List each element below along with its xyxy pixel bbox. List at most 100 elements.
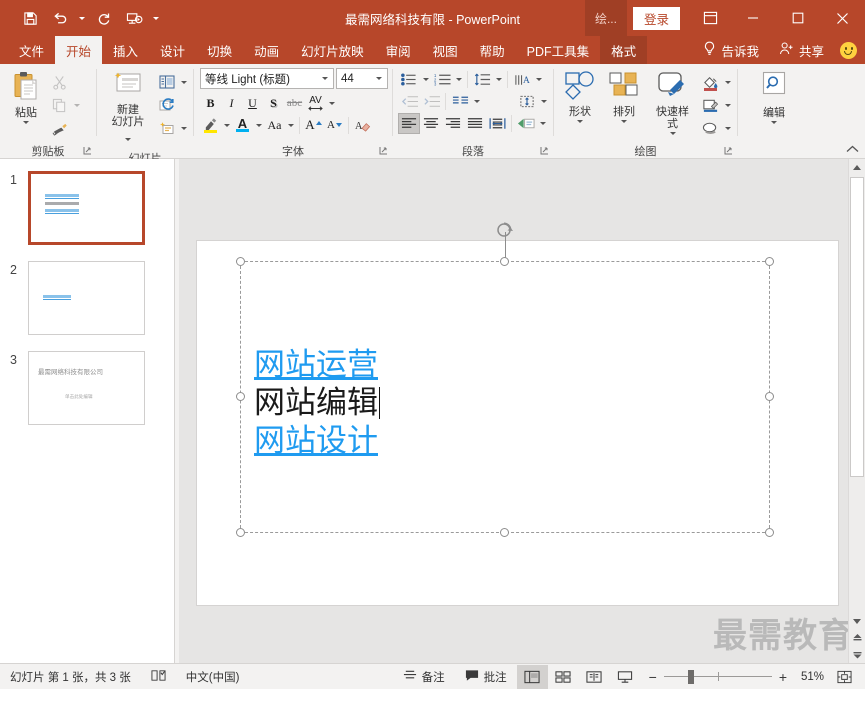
text-direction-dropdown-icon[interactable] bbox=[533, 68, 544, 90]
share-button[interactable]: 共享 bbox=[769, 36, 834, 64]
slide-thumb-box-1[interactable] bbox=[28, 171, 145, 245]
scroll-down-button[interactable] bbox=[849, 612, 865, 629]
slide-line-3[interactable]: 网站设计 bbox=[254, 422, 378, 460]
scrollbar-thumb[interactable] bbox=[850, 177, 864, 477]
bullets-button[interactable] bbox=[398, 69, 420, 90]
numbering-dropdown-icon[interactable] bbox=[453, 68, 464, 90]
copy-dropdown-icon[interactable] bbox=[71, 94, 82, 116]
text-website-editing[interactable]: 网站编辑 bbox=[254, 384, 380, 422]
align-left-button[interactable] bbox=[398, 112, 420, 134]
next-slide-button[interactable] bbox=[849, 646, 865, 663]
spellcheck-button[interactable] bbox=[141, 664, 176, 690]
font-name-combo[interactable]: 等线 Light (标题) bbox=[200, 68, 334, 89]
shape-outline-icon[interactable] bbox=[699, 94, 722, 116]
numbering-button[interactable]: 1 2 3 bbox=[431, 69, 453, 90]
columns-button[interactable] bbox=[449, 91, 471, 112]
vertical-scrollbar[interactable] bbox=[848, 159, 865, 663]
layout-icon[interactable] bbox=[155, 71, 178, 93]
align-text-button[interactable] bbox=[516, 91, 538, 112]
quick-styles-dropdown-icon[interactable] bbox=[669, 132, 676, 135]
text-direction-button[interactable]: A bbox=[511, 69, 533, 90]
cut-icon[interactable] bbox=[48, 71, 71, 93]
resize-handle-top-left[interactable] bbox=[236, 257, 245, 266]
editing-button[interactable]: 编辑 bbox=[751, 68, 797, 124]
normal-view-button[interactable] bbox=[516, 664, 548, 689]
tab-help[interactable]: 帮助 bbox=[469, 36, 516, 64]
slide-canvas[interactable]: 网站运营 网站编辑 网站设计 bbox=[197, 222, 838, 605]
shape-fill-icon[interactable] bbox=[699, 71, 722, 93]
bullets-dropdown-icon[interactable] bbox=[420, 68, 431, 90]
resize-handle-middle-left[interactable] bbox=[236, 392, 245, 401]
tab-format[interactable]: 格式 bbox=[600, 36, 648, 64]
decrease-indent-button[interactable] bbox=[398, 91, 420, 112]
scroll-up-button[interactable] bbox=[849, 159, 865, 176]
align-text-dropdown-icon[interactable] bbox=[538, 90, 549, 112]
hyperlink-website-design[interactable]: 网站设计 bbox=[254, 423, 378, 458]
slideshow-view-button[interactable] bbox=[610, 665, 641, 689]
change-case-dropdown-icon[interactable] bbox=[285, 114, 296, 136]
quick-styles-button[interactable]: 快速样式 bbox=[646, 68, 699, 135]
bold-button[interactable]: B bbox=[200, 93, 221, 114]
text-shadow-button[interactable]: S bbox=[263, 93, 284, 114]
tab-transitions[interactable]: 切换 bbox=[196, 36, 243, 64]
draw-tab-overflow[interactable]: 绘... bbox=[584, 0, 627, 36]
tab-view[interactable]: 视图 bbox=[422, 36, 469, 64]
fit-to-window-button[interactable] bbox=[831, 667, 857, 687]
slide-line-1[interactable]: 网站运营 bbox=[254, 346, 378, 384]
section-dropdown-icon[interactable] bbox=[178, 117, 189, 139]
undo-dropdown-icon[interactable] bbox=[76, 5, 88, 31]
new-slide-button[interactable]: 新建 幻灯片 bbox=[101, 68, 155, 150]
shape-effects-icon[interactable] bbox=[699, 117, 722, 139]
drawing-dialog-launcher[interactable] bbox=[723, 146, 734, 157]
resize-handle-bottom-left[interactable] bbox=[236, 528, 245, 537]
font-dialog-launcher[interactable] bbox=[378, 146, 389, 157]
copy-icon[interactable] bbox=[48, 94, 71, 116]
rotate-handle-icon[interactable] bbox=[494, 220, 516, 242]
tab-design[interactable]: 设计 bbox=[149, 36, 196, 64]
start-slideshow-icon[interactable] bbox=[120, 5, 148, 31]
editing-dropdown-icon[interactable] bbox=[771, 121, 777, 124]
arrange-dropdown-icon[interactable] bbox=[621, 120, 627, 123]
slide-line-2[interactable]: 网站编辑 bbox=[254, 384, 380, 422]
reset-icon[interactable] bbox=[155, 94, 178, 116]
slide-thumb-box-2[interactable] bbox=[28, 261, 145, 335]
paragraph-dialog-launcher[interactable] bbox=[539, 146, 550, 157]
tell-me-button[interactable]: 告诉我 bbox=[693, 36, 769, 64]
tab-home[interactable]: 开始 bbox=[55, 36, 103, 64]
underline-button[interactable]: U bbox=[242, 93, 263, 114]
font-size-dropdown-icon[interactable] bbox=[372, 77, 385, 80]
align-center-button[interactable] bbox=[420, 113, 442, 134]
font-color-button[interactable]: A bbox=[232, 115, 253, 136]
smartart-dropdown-icon[interactable] bbox=[537, 112, 548, 134]
resize-handle-top-center[interactable] bbox=[500, 257, 509, 266]
slide-thumbnail-3[interactable]: 3 最需网络科技有限公司 单击此处编辑 bbox=[0, 351, 174, 425]
signin-button[interactable]: 登录 bbox=[632, 6, 680, 30]
paste-button[interactable]: 粘贴 bbox=[4, 68, 48, 124]
clear-formatting-button[interactable]: A bbox=[352, 115, 373, 136]
line-spacing-dropdown-icon[interactable] bbox=[493, 68, 504, 90]
text-highlight-button[interactable] bbox=[200, 115, 221, 136]
resize-handle-top-right[interactable] bbox=[765, 257, 774, 266]
hyperlink-website-operations[interactable]: 网站运营 bbox=[254, 347, 378, 382]
zoom-in-button[interactable]: + bbox=[779, 669, 787, 685]
font-color-dropdown-icon[interactable] bbox=[253, 114, 264, 136]
slide-count-indicator[interactable]: 幻灯片 第 1 张，共 3 张 bbox=[0, 664, 141, 690]
decrease-font-size-button[interactable]: A bbox=[324, 115, 345, 136]
resize-handle-middle-right[interactable] bbox=[765, 392, 774, 401]
tab-slideshow[interactable]: 幻灯片放映 bbox=[290, 36, 375, 64]
line-spacing-button[interactable] bbox=[471, 69, 493, 90]
slide-thumb-box-3[interactable]: 最需网络科技有限公司 单击此处编辑 bbox=[28, 351, 145, 425]
font-size-combo[interactable]: 44 bbox=[336, 68, 388, 89]
comments-button[interactable]: 批注 bbox=[455, 664, 517, 690]
increase-indent-button[interactable] bbox=[420, 91, 442, 112]
font-name-dropdown-icon[interactable] bbox=[318, 77, 331, 80]
clipboard-dialog-launcher[interactable] bbox=[82, 146, 93, 157]
previous-slide-button[interactable] bbox=[849, 629, 865, 646]
shape-effects-dropdown-icon[interactable] bbox=[722, 117, 733, 139]
new-slide-dropdown-icon[interactable] bbox=[123, 128, 134, 150]
language-indicator[interactable]: 中文(中国) bbox=[176, 664, 250, 690]
shape-outline-dropdown-icon[interactable] bbox=[722, 94, 733, 116]
maximize-button[interactable] bbox=[775, 0, 820, 36]
shapes-dropdown-icon[interactable] bbox=[577, 120, 583, 123]
zoom-out-button[interactable]: − bbox=[649, 669, 657, 685]
